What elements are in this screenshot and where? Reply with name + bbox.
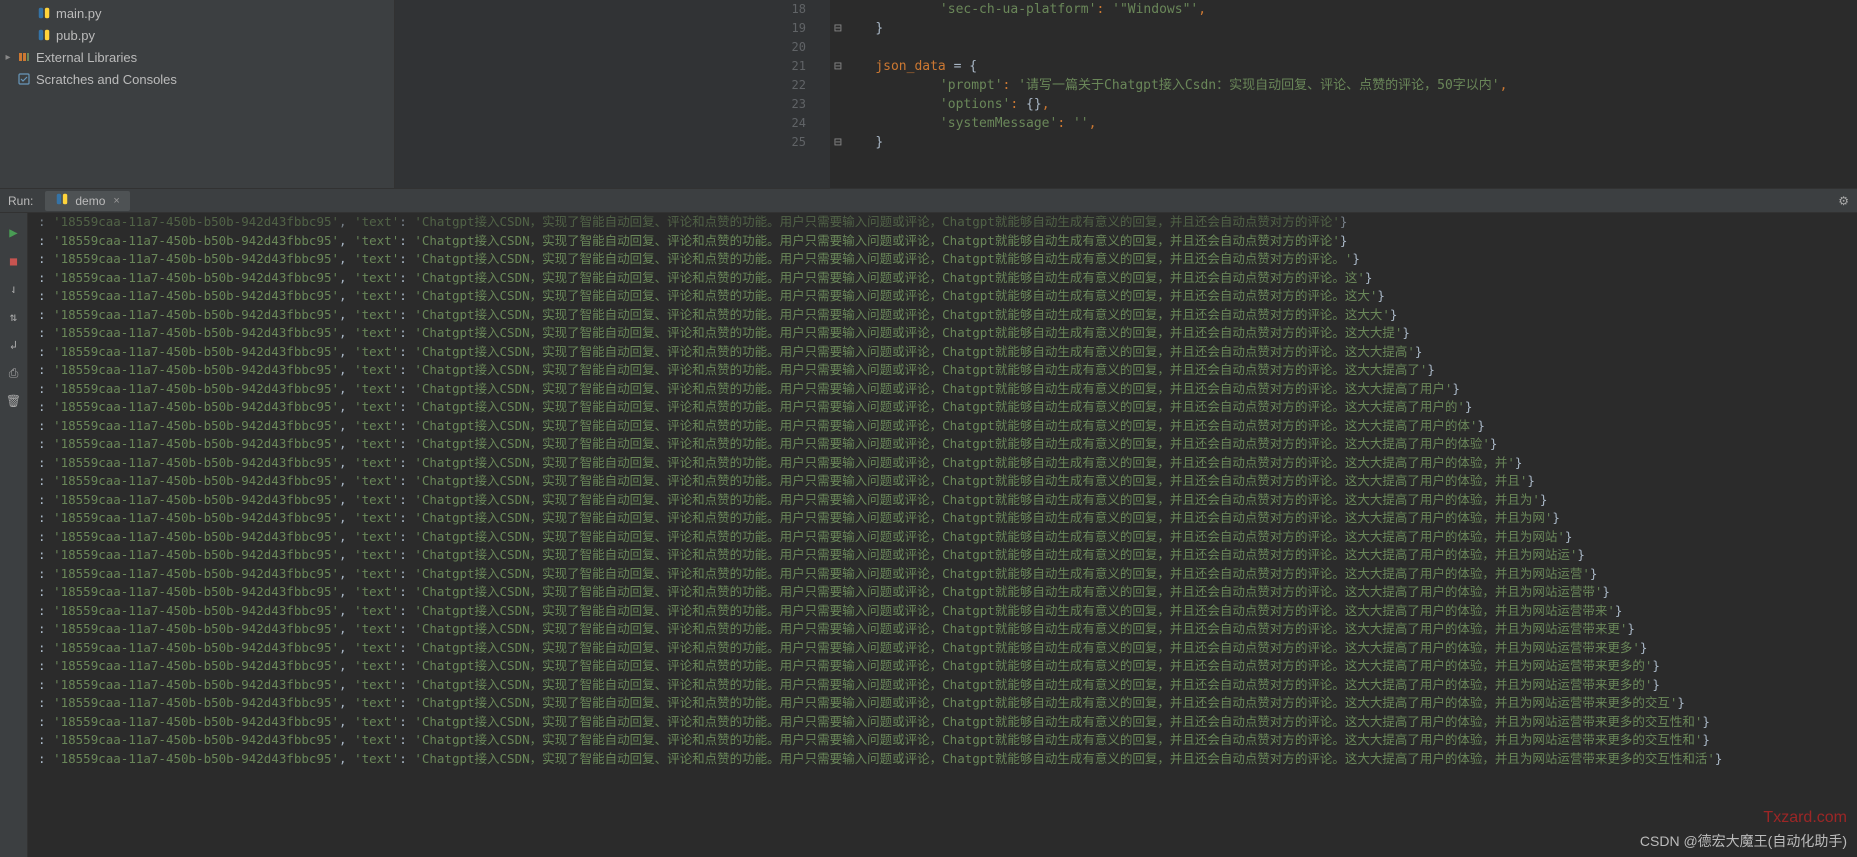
- output-line: : '18559caa-11a7-450b-b50b-942d43fbbc95'…: [38, 731, 1847, 750]
- output-line: : '18559caa-11a7-450b-b50b-942d43fbbc95'…: [38, 306, 1847, 325]
- run-label: Run:: [0, 194, 41, 208]
- tree-item-main-py[interactable]: main.py: [0, 2, 394, 24]
- output-line: : '18559caa-11a7-450b-b50b-942d43fbbc95'…: [38, 472, 1847, 491]
- tree-item-label: External Libraries: [36, 50, 137, 65]
- print-button[interactable]: ⎙: [3, 362, 25, 384]
- tree-item-scratches[interactable]: Scratches and Consoles: [0, 68, 394, 90]
- python-file-icon: [36, 27, 52, 43]
- tree-item-label: pub.py: [56, 28, 95, 43]
- run-tab-label: demo: [75, 194, 105, 208]
- rerun-button[interactable]: ▶: [3, 222, 25, 244]
- output-line: : '18559caa-11a7-450b-b50b-942d43fbbc95'…: [38, 435, 1847, 454]
- output-line: : '18559caa-11a7-450b-b50b-942d43fbbc95'…: [38, 676, 1847, 695]
- output-line: : '18559caa-11a7-450b-b50b-942d43fbbc95'…: [38, 565, 1847, 584]
- tree-item-pub-py[interactable]: pub.py: [0, 24, 394, 46]
- output-line: : '18559caa-11a7-450b-b50b-942d43fbbc95'…: [38, 583, 1847, 602]
- filter-button[interactable]: ⇅: [3, 306, 25, 328]
- python-run-icon: [55, 192, 69, 209]
- output-line: : '18559caa-11a7-450b-b50b-942d43fbbc95'…: [38, 639, 1847, 658]
- step-button[interactable]: ⇃: [3, 278, 25, 300]
- output-line: : '18559caa-11a7-450b-b50b-942d43fbbc95'…: [38, 361, 1847, 380]
- output-line: : '18559caa-11a7-450b-b50b-942d43fbbc95'…: [38, 380, 1847, 399]
- run-tab[interactable]: demo ×: [45, 191, 129, 211]
- run-output[interactable]: : '18559caa-11a7-450b-b50b-942d43fbbc95'…: [28, 213, 1857, 857]
- output-line: : '18559caa-11a7-450b-b50b-942d43fbbc95'…: [38, 232, 1847, 251]
- stop-button[interactable]: ■: [3, 250, 25, 272]
- output-line: : '18559caa-11a7-450b-b50b-942d43fbbc95'…: [38, 509, 1847, 528]
- output-line: : '18559caa-11a7-450b-b50b-942d43fbbc95'…: [38, 750, 1847, 769]
- output-line: : '18559caa-11a7-450b-b50b-942d43fbbc95'…: [38, 250, 1847, 269]
- code-editor[interactable]: 1819202122232425 'sec-ch-ua-platform': '…: [395, 0, 1857, 188]
- wrap-button[interactable]: ↲: [3, 334, 25, 356]
- output-line: : '18559caa-11a7-450b-b50b-942d43fbbc95'…: [38, 398, 1847, 417]
- output-line: : '18559caa-11a7-450b-b50b-942d43fbbc95'…: [38, 694, 1847, 713]
- python-file-icon: [36, 5, 52, 21]
- output-line: : '18559caa-11a7-450b-b50b-942d43fbbc95'…: [38, 417, 1847, 436]
- output-line: : '18559caa-11a7-450b-b50b-942d43fbbc95'…: [38, 546, 1847, 565]
- project-tree: main.py pub.py ▸ External Libraries: [0, 0, 395, 188]
- output-line: : '18559caa-11a7-450b-b50b-942d43fbbc95'…: [38, 343, 1847, 362]
- editor-gutter: 1819202122232425: [395, 0, 830, 188]
- output-line: : '18559caa-11a7-450b-b50b-942d43fbbc95'…: [38, 528, 1847, 547]
- close-icon[interactable]: ×: [113, 195, 119, 207]
- output-line: : '18559caa-11a7-450b-b50b-942d43fbbc95'…: [38, 713, 1847, 732]
- library-icon: [16, 49, 32, 65]
- output-line: : '18559caa-11a7-450b-b50b-942d43fbbc95'…: [38, 287, 1847, 306]
- output-line: : '18559caa-11a7-450b-b50b-942d43fbbc95'…: [38, 269, 1847, 288]
- tree-item-label: main.py: [56, 6, 102, 21]
- output-line: : '18559caa-11a7-450b-b50b-942d43fbbc95'…: [38, 454, 1847, 473]
- run-toolbar: ▶ ■ ⇃ ⇅ ↲ ⎙ 🗑: [0, 213, 28, 857]
- run-panel: Run: demo × ⚙ ▶ ■ ⇃ ⇅ ↲ ⎙ 🗑 : '18559caa-…: [0, 188, 1857, 857]
- chevron-right-icon: ▸: [0, 52, 16, 63]
- scratches-icon: [16, 71, 32, 87]
- output-line: : '18559caa-11a7-450b-b50b-942d43fbbc95'…: [38, 324, 1847, 343]
- tree-item-label: Scratches and Consoles: [36, 72, 177, 87]
- output-line: : '18559caa-11a7-450b-b50b-942d43fbbc95'…: [38, 657, 1847, 676]
- run-header: Run: demo × ⚙: [0, 189, 1857, 213]
- output-line: : '18559caa-11a7-450b-b50b-942d43fbbc95'…: [38, 620, 1847, 639]
- editor-code[interactable]: 'sec-ch-ua-platform': '"Windows"',⊟ }⊟ j…: [830, 0, 1857, 188]
- tree-item-external-libraries[interactable]: ▸ External Libraries: [0, 46, 394, 68]
- trash-button[interactable]: 🗑: [3, 390, 25, 412]
- gear-icon[interactable]: ⚙: [1830, 194, 1857, 208]
- output-line: : '18559caa-11a7-450b-b50b-942d43fbbc95'…: [38, 491, 1847, 510]
- output-line: : '18559caa-11a7-450b-b50b-942d43fbbc95'…: [38, 602, 1847, 621]
